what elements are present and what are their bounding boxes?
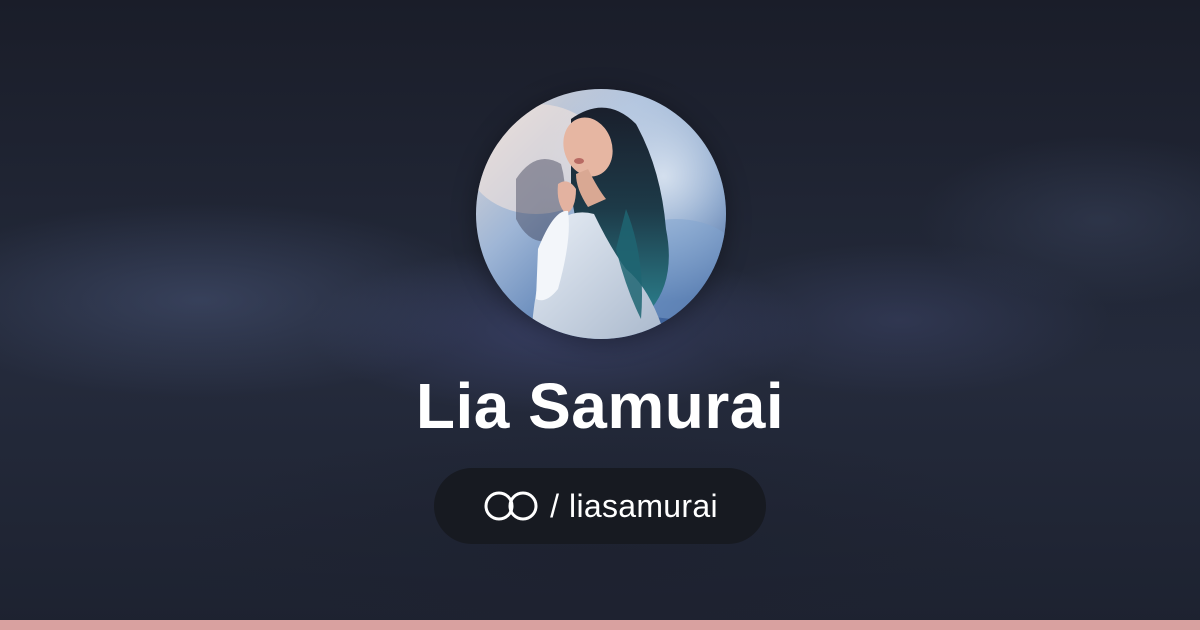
handle-separator: / bbox=[550, 487, 560, 524]
profile-handle-link[interactable]: / liasamurai bbox=[434, 468, 766, 544]
profile-handle: liasamurai bbox=[569, 487, 718, 524]
avatar[interactable] bbox=[476, 89, 726, 339]
avatar-image bbox=[476, 89, 726, 339]
linked-circles-icon bbox=[482, 489, 540, 523]
profile-card: Lia Samurai / liasamurai bbox=[0, 0, 1200, 630]
profile-name: Lia Samurai bbox=[415, 370, 785, 442]
bottom-accent-bar bbox=[0, 620, 1200, 630]
